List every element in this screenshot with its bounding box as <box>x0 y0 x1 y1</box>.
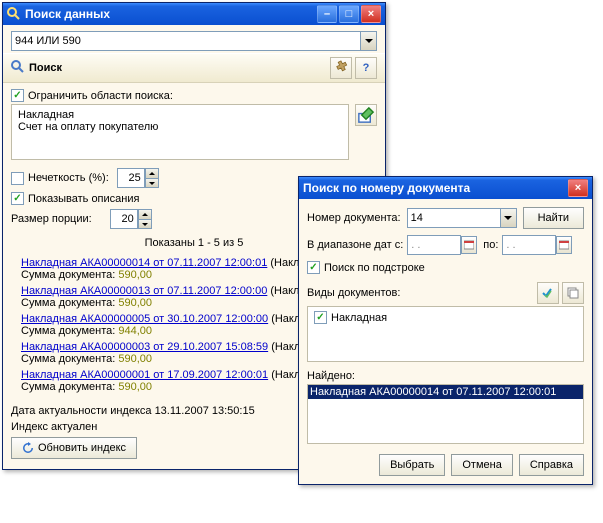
result-link[interactable]: Накладная АКА00000014 от 07.11.2007 12:0… <box>21 257 267 269</box>
index-date-label: Дата актуальности индекса 13.11.2007 13:… <box>11 405 255 417</box>
search-button-label[interactable]: Поиск <box>29 62 62 74</box>
show-desc-label: Показывать описания <box>28 193 139 205</box>
search-input[interactable]: 944 ИЛИ 590 <box>11 31 361 51</box>
result-tail: (Накл <box>268 313 300 325</box>
settings-button[interactable] <box>330 57 352 79</box>
docnum-dropdown-button[interactable] <box>501 208 517 228</box>
range-from-label: В диапазоне дат с: <box>307 239 403 251</box>
result-link[interactable]: Накладная АКА00000003 от 29.10.2007 15:0… <box>21 341 268 353</box>
fuzzy-spinner[interactable]: 25 <box>117 168 159 188</box>
uncheck-all-button[interactable] <box>562 282 584 304</box>
result-tail: (Накл <box>267 257 299 269</box>
range-to-label: по: <box>483 239 498 251</box>
titlebar[interactable]: Поиск по номеру документа × <box>299 177 592 199</box>
close-button[interactable]: × <box>568 179 588 197</box>
limit-areas-checkbox[interactable] <box>11 89 24 102</box>
doctypes-list[interactable]: Накладная <box>307 306 584 362</box>
portion-spinner[interactable]: 20 <box>110 209 152 229</box>
date-to-input[interactable]: . . <box>502 235 556 255</box>
fuzzy-label: Нечеткость (%): <box>28 172 109 184</box>
close-button[interactable]: × <box>361 5 381 23</box>
areas-list[interactable]: Накладная Счет на оплату покупателю <box>11 104 349 160</box>
docnum-input[interactable]: 14 <box>407 208 501 228</box>
area-item[interactable]: Накладная <box>18 109 342 121</box>
date-from-input[interactable]: . . <box>407 235 461 255</box>
search-icon <box>11 60 25 77</box>
result-tail: (Накл <box>268 341 300 353</box>
edit-areas-button[interactable] <box>355 104 377 126</box>
substring-checkbox[interactable] <box>307 261 320 274</box>
maximize-button[interactable]: □ <box>339 5 359 23</box>
result-link[interactable]: Накладная АКА00000001 от 17.09.2007 12:0… <box>21 369 268 381</box>
refresh-index-button[interactable]: Обновить индекс <box>11 437 137 459</box>
calendar-to-button[interactable] <box>556 236 572 254</box>
docnum-label: Номер документа: <box>307 212 401 224</box>
find-button[interactable]: Найти <box>523 207 584 229</box>
found-label: Найдено: <box>307 370 355 382</box>
portion-label: Размер порции: <box>11 213 92 225</box>
search-dropdown-button[interactable] <box>361 31 377 51</box>
doc-number-search-window: Поиск по номеру документа × Номер докуме… <box>298 176 593 485</box>
titlebar[interactable]: Поиск данных – □ × <box>3 3 385 25</box>
minimize-button[interactable]: – <box>317 5 337 23</box>
result-tail: (Накл <box>267 285 299 297</box>
result-tail: (Накл <box>268 369 300 381</box>
area-item[interactable]: Счет на оплату покупателю <box>18 121 342 133</box>
window-title: Поиск по номеру документа <box>303 181 566 195</box>
limit-areas-label: Ограничить области поиска: <box>28 90 173 102</box>
check-all-button[interactable] <box>537 282 559 304</box>
result-link[interactable]: Накладная АКА00000013 от 07.11.2007 12:0… <box>21 285 267 297</box>
substring-label: Поиск по подстроке <box>324 262 425 274</box>
result-link[interactable]: Накладная АКА00000005 от 30.10.2007 12:0… <box>21 313 268 325</box>
cancel-button[interactable]: Отмена <box>451 454 512 476</box>
shown-count-label: Показаны 1 - 5 из 5 <box>145 237 244 249</box>
found-list[interactable]: Накладная АКА00000014 от 07.11.2007 12:0… <box>307 384 584 444</box>
calendar-from-button[interactable] <box>461 236 477 254</box>
select-button[interactable]: Выбрать <box>379 454 445 476</box>
index-status-label: Индекс актуален <box>11 421 97 433</box>
doctype-item[interactable]: Накладная <box>331 312 387 324</box>
app-icon <box>7 7 21 21</box>
help-button[interactable]: ? <box>355 57 377 79</box>
found-item[interactable]: Накладная АКА00000014 от 07.11.2007 12:0… <box>308 385 583 399</box>
doctype-checkbox[interactable] <box>314 311 327 324</box>
window-title: Поиск данных <box>25 7 315 21</box>
help-button[interactable]: Справка <box>519 454 584 476</box>
fuzzy-checkbox[interactable] <box>11 172 24 185</box>
show-desc-checkbox[interactable] <box>11 192 24 205</box>
doctypes-label: Виды документов: <box>307 287 400 299</box>
